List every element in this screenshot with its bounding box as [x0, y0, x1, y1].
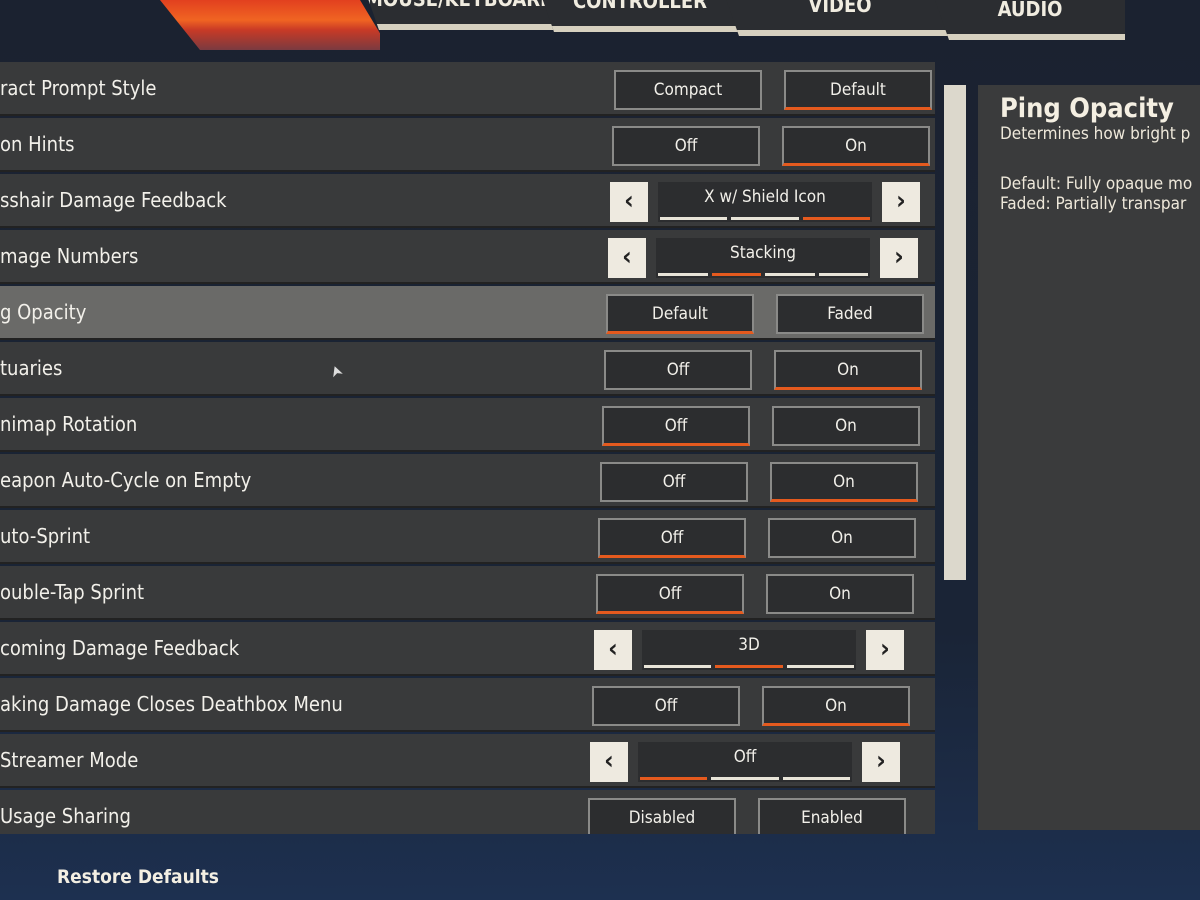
option-button[interactable]: On — [772, 406, 920, 446]
chevron-left-icon[interactable]: ‹ — [610, 182, 648, 222]
carousel-segments — [658, 217, 872, 220]
setting-row: uto-Sprint Off On — [0, 510, 935, 564]
tab-audio[interactable]: AUDIO — [935, 0, 1125, 40]
setting-row: mage Numbers ‹ Stacking › — [0, 230, 935, 284]
setting-row: g Opacity Default Faded — [0, 286, 935, 340]
option-button[interactable]: On — [768, 518, 916, 558]
info-default-line: Default: Fully opaque mo — [1000, 174, 1193, 194]
setting-label: aking Damage Closes Deathbox Menu — [0, 692, 343, 716]
setting-label: eapon Auto-Cycle on Empty — [0, 468, 252, 492]
setting-row: tuaries Off On — [0, 342, 935, 396]
carousel-value[interactable]: Off — [638, 742, 852, 782]
carousel-segment — [765, 273, 815, 276]
option-button[interactable]: On — [766, 574, 914, 614]
option-button[interactable]: Off — [600, 462, 748, 502]
info-panel: Ping Opacity Determines how bright p Def… — [978, 85, 1200, 830]
tab-bar: MOUSE/KEYBOARD CONTROLLER VIDEO AUDIO — [0, 0, 1200, 50]
chevron-right-icon[interactable]: › — [866, 630, 904, 670]
scrollbar[interactable] — [944, 85, 966, 580]
option-button[interactable]: Disabled — [588, 798, 736, 834]
setting-row: aking Damage Closes Deathbox Menu Off On — [0, 678, 935, 732]
setting-label: mage Numbers — [0, 244, 139, 268]
tab-active-accent — [160, 0, 380, 50]
chevron-right-icon[interactable]: › — [880, 238, 918, 278]
carousel-text: Off — [733, 747, 757, 767]
info-title: Ping Opacity — [1000, 93, 1174, 124]
tab-mouse-keyboard[interactable]: MOUSE/KEYBOARD — [365, 0, 555, 30]
carousel-text: Stacking — [730, 243, 796, 263]
option-button[interactable]: Off — [602, 406, 750, 446]
restore-defaults-button[interactable]: Restore Defaults — [57, 866, 219, 888]
chevron-left-icon[interactable]: ‹ — [594, 630, 632, 670]
option-button[interactable]: Faded — [776, 294, 924, 334]
setting-row: sshair Damage Feedback ‹ X w/ Shield Icon › — [0, 174, 935, 228]
settings-list: ract Prompt Style Compact Default on Hints O… — [0, 62, 940, 834]
setting-label: tuaries — [0, 356, 63, 380]
option-button[interactable]: Default — [606, 294, 754, 334]
carousel-segment — [644, 665, 712, 668]
setting-row: Usage Sharing Disabled Enabled — [0, 790, 935, 834]
carousel-segment — [731, 217, 799, 220]
setting-label: Streamer Mode — [0, 748, 139, 772]
setting-row: ract Prompt Style Compact Default — [0, 62, 935, 116]
setting-label: g Opacity — [0, 300, 87, 324]
setting-label: ouble-Tap Sprint — [0, 580, 145, 604]
tab-controller[interactable]: CONTROLLER — [540, 0, 740, 32]
tab-video[interactable]: VIDEO — [725, 0, 955, 36]
setting-row: on Hints Off On — [0, 118, 935, 172]
chevron-left-icon[interactable]: ‹ — [608, 238, 646, 278]
option-button[interactable]: Off — [592, 686, 740, 726]
carousel-segment — [660, 217, 728, 220]
info-description: Determines how bright p — [1000, 124, 1191, 144]
option-button[interactable]: Default — [784, 70, 932, 110]
option-button[interactable]: Compact — [614, 70, 762, 110]
setting-row: ouble-Tap Sprint Off On — [0, 566, 935, 620]
option-button[interactable]: On — [770, 462, 918, 502]
carousel-segments — [638, 777, 852, 780]
carousel-segment — [640, 777, 708, 780]
option-button[interactable]: Enabled — [758, 798, 906, 834]
option-button[interactable]: Off — [598, 518, 746, 558]
setting-label: Usage Sharing — [0, 804, 131, 828]
setting-row: coming Damage Feedback ‹ 3D › — [0, 622, 935, 676]
carousel-segments — [642, 665, 856, 668]
carousel-segment — [711, 777, 779, 780]
carousel-value[interactable]: 3D — [642, 630, 856, 670]
setting-row: eapon Auto-Cycle on Empty Off On — [0, 454, 935, 508]
setting-row: nimap Rotation Off On — [0, 398, 935, 452]
setting-row: Streamer Mode ‹ Off › — [0, 734, 935, 788]
setting-label: ract Prompt Style — [0, 76, 157, 100]
chevron-right-icon[interactable]: › — [882, 182, 920, 222]
info-faded-line: Faded: Partially transpar — [1000, 194, 1187, 214]
carousel-segment — [802, 217, 870, 220]
carousel-segment — [711, 273, 761, 276]
setting-label: sshair Damage Feedback — [0, 188, 227, 212]
option-button[interactable]: Off — [604, 350, 752, 390]
carousel-text: X w/ Shield Icon — [704, 187, 826, 207]
carousel-text: 3D — [738, 635, 760, 655]
carousel-segment — [782, 777, 850, 780]
option-button[interactable]: On — [774, 350, 922, 390]
setting-label: nimap Rotation — [0, 412, 138, 436]
carousel-segment — [658, 273, 708, 276]
carousel-value[interactable]: X w/ Shield Icon — [658, 182, 872, 222]
option-button[interactable]: Off — [596, 574, 744, 614]
setting-label: on Hints — [0, 132, 75, 156]
carousel-segment — [786, 665, 854, 668]
chevron-right-icon[interactable]: › — [862, 742, 900, 782]
carousel-segment — [818, 273, 868, 276]
carousel-segments — [656, 273, 870, 276]
setting-label: uto-Sprint — [0, 524, 91, 548]
carousel-segment — [715, 665, 783, 668]
carousel-value[interactable]: Stacking — [656, 238, 870, 278]
chevron-left-icon[interactable]: ‹ — [590, 742, 628, 782]
option-button[interactable]: On — [762, 686, 910, 726]
option-button[interactable]: Off — [612, 126, 760, 166]
setting-label: coming Damage Feedback — [0, 636, 240, 660]
option-button[interactable]: On — [782, 126, 930, 166]
